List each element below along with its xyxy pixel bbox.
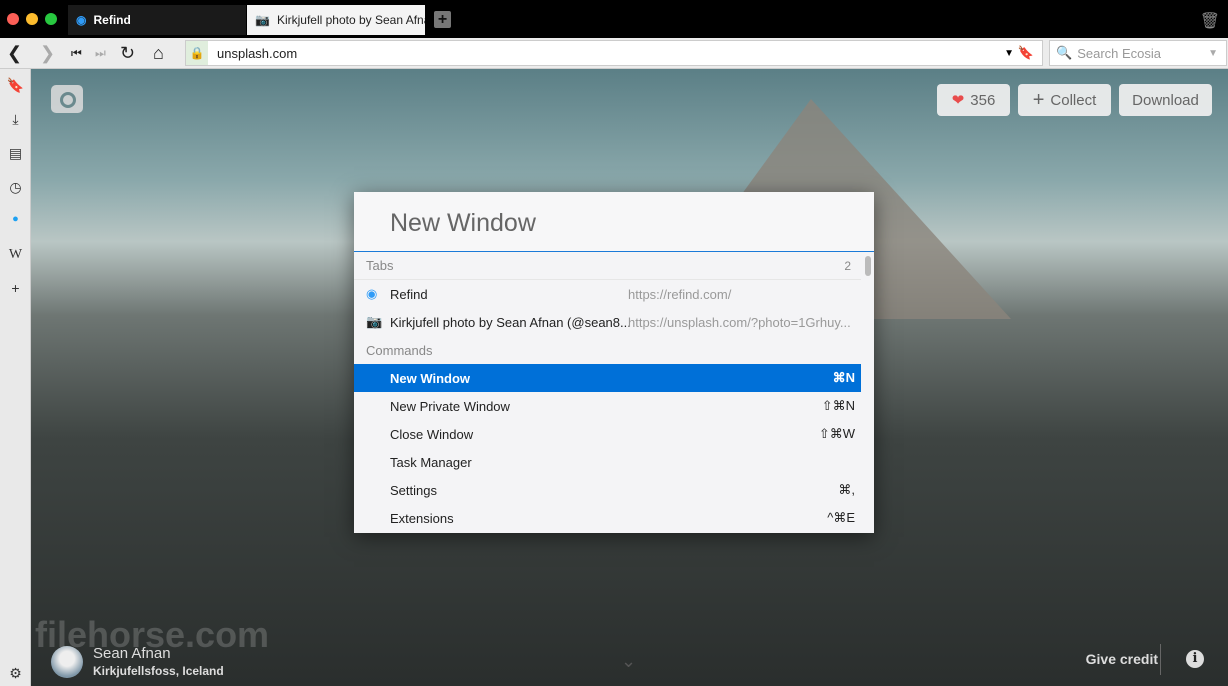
lock-icon: 🔒	[186, 41, 208, 65]
like-count: 356	[970, 91, 996, 109]
result-title: Kirkjufell photo by Sean Afnan (@sean8..…	[390, 314, 631, 330]
camera-icon: 📷	[255, 13, 270, 27]
author-info[interactable]: Sean Afnan Kirkjufellsfoss, Iceland	[51, 645, 224, 678]
section-header-tabs: Tabs 2	[354, 252, 861, 280]
command-input[interactable]: New Window	[354, 192, 874, 252]
tab-unsplash[interactable]: 📷 Kirkjufell photo by Sean Afnan	[247, 5, 425, 35]
quick-command-palette: New Window Tabs 2 ◉ Refind https://refind.c…	[354, 192, 874, 533]
info-icon[interactable]: i	[1186, 650, 1204, 668]
divider	[1160, 644, 1161, 675]
command-label: Extensions	[390, 510, 454, 526]
history-icon[interactable]: ◷	[0, 179, 31, 196]
dropdown-icon[interactable]: ▼	[1004, 48, 1014, 59]
collect-label: Collect	[1050, 91, 1097, 109]
sidebar: 🔖 ⤓ ▤ ◷ ● W + ⚙	[0, 69, 31, 686]
add-panel-icon[interactable]: +	[0, 280, 31, 296]
command-settings[interactable]: Settings ⌘,	[354, 476, 861, 504]
home-icon[interactable]: ⌂	[153, 42, 164, 64]
tab-result[interactable]: 📷 Kirkjufell photo by Sean Afnan (@sean8.…	[354, 308, 861, 336]
section-label: Commands	[366, 342, 433, 358]
url-text[interactable]: unsplash.com	[217, 46, 297, 61]
command-label: New Window	[390, 370, 471, 386]
scrollbar[interactable]	[865, 256, 871, 276]
downloads-icon[interactable]: ⤓	[0, 111, 31, 128]
tab-refind[interactable]: ◉ Refind	[68, 5, 246, 35]
tab-result[interactable]: ◉ Refind https://refind.com/	[354, 280, 861, 308]
tab-title: Refind	[93, 13, 131, 27]
fast-forward-icon[interactable]: ⏭	[95, 42, 106, 64]
rewind-icon[interactable]: ⏮	[71, 42, 82, 64]
give-credit-button[interactable]: Give credit	[1086, 651, 1158, 667]
command-shortcut: ^⌘E	[827, 510, 855, 525]
notes-icon[interactable]: ▤	[0, 145, 31, 162]
bookmark-icon[interactable]: 🔖	[1018, 45, 1034, 61]
collect-button[interactable]: + Collect	[1018, 84, 1111, 116]
search-placeholder: Search Ecosia	[1077, 45, 1162, 61]
address-bar[interactable]: 🔒 unsplash.com ▼ 🔖	[185, 40, 1043, 66]
chevron-down-icon[interactable]: ⌄	[621, 651, 636, 672]
command-label: New Private Window	[390, 398, 510, 414]
zoom-window-button[interactable]	[45, 13, 57, 25]
new-tab-button[interactable]: +	[434, 11, 451, 28]
bookmarks-icon[interactable]: 🔖	[0, 77, 31, 94]
close-window-button[interactable]	[7, 13, 19, 25]
section-header-commands: Commands	[354, 336, 861, 364]
result-title: Refind	[390, 286, 428, 302]
like-button[interactable]: ❤ 356	[937, 84, 1010, 116]
tab-title: Kirkjufell photo by Sean Afnan	[276, 13, 425, 27]
toolbar: ❮ ❯ ⏮ ⏭ ↻ ⌂ 🔒 unsplash.com ▼ 🔖 🔍 Search …	[0, 38, 1228, 69]
download-label: Download	[1132, 91, 1199, 109]
author-name[interactable]: Sean Afnan	[93, 645, 224, 662]
command-task-manager[interactable]: Task Manager	[354, 448, 861, 476]
title-bar: ◉ Refind 📷 Kirkjufell photo by Sean Afnan …	[0, 0, 1228, 38]
command-label: Close Window	[390, 426, 474, 442]
command-label: Settings	[390, 482, 437, 498]
avatar[interactable]	[51, 645, 83, 678]
command-shortcut: ⇧⌘N	[821, 398, 855, 413]
settings-gear-icon[interactable]: ⚙	[0, 665, 31, 682]
command-close-window[interactable]: Close Window ⇧⌘W	[354, 420, 861, 448]
photo-location[interactable]: Kirkjufellsfoss, Iceland	[93, 664, 224, 678]
search-icon: 🔍	[1056, 45, 1073, 60]
command-shortcut: ⌘N	[832, 370, 855, 385]
command-query: New Window	[390, 209, 536, 237]
wikipedia-icon[interactable]: W	[0, 247, 31, 263]
twitter-icon[interactable]: ●	[0, 213, 31, 225]
forward-icon[interactable]: ❯	[40, 42, 55, 64]
minimize-window-button[interactable]	[26, 13, 38, 25]
command-new-private-window[interactable]: New Private Window ⇧⌘N	[354, 392, 861, 420]
camera-icon: 📷	[366, 314, 383, 329]
result-url: https://refind.com/	[628, 286, 732, 302]
download-button[interactable]: Download	[1119, 84, 1212, 116]
refind-icon: ◉	[366, 286, 378, 301]
plus-icon: +	[1032, 88, 1045, 111]
heart-icon: ❤	[951, 92, 965, 109]
trash-icon[interactable]: 🗑	[1200, 11, 1220, 31]
reload-icon[interactable]: ↻	[120, 42, 135, 64]
search-input[interactable]: 🔍 Search Ecosia ▼	[1049, 40, 1227, 66]
command-label: Task Manager	[390, 454, 472, 470]
unsplash-logo-icon[interactable]	[51, 85, 83, 113]
refind-icon: ◉	[76, 13, 87, 27]
result-url: https://unsplash.com/?photo=1Grhuy...	[628, 314, 851, 330]
command-new-window[interactable]: New Window ⌘N	[354, 364, 861, 392]
back-icon[interactable]: ❮	[7, 42, 22, 64]
section-label: Tabs	[366, 258, 394, 273]
command-shortcut: ⌘,	[838, 482, 855, 497]
search-engine-dropdown-icon[interactable]: ▼	[1208, 48, 1218, 59]
tabs-count: 2	[844, 258, 851, 273]
command-extensions[interactable]: Extensions ^⌘E	[354, 504, 861, 532]
command-shortcut: ⇧⌘W	[818, 426, 855, 441]
